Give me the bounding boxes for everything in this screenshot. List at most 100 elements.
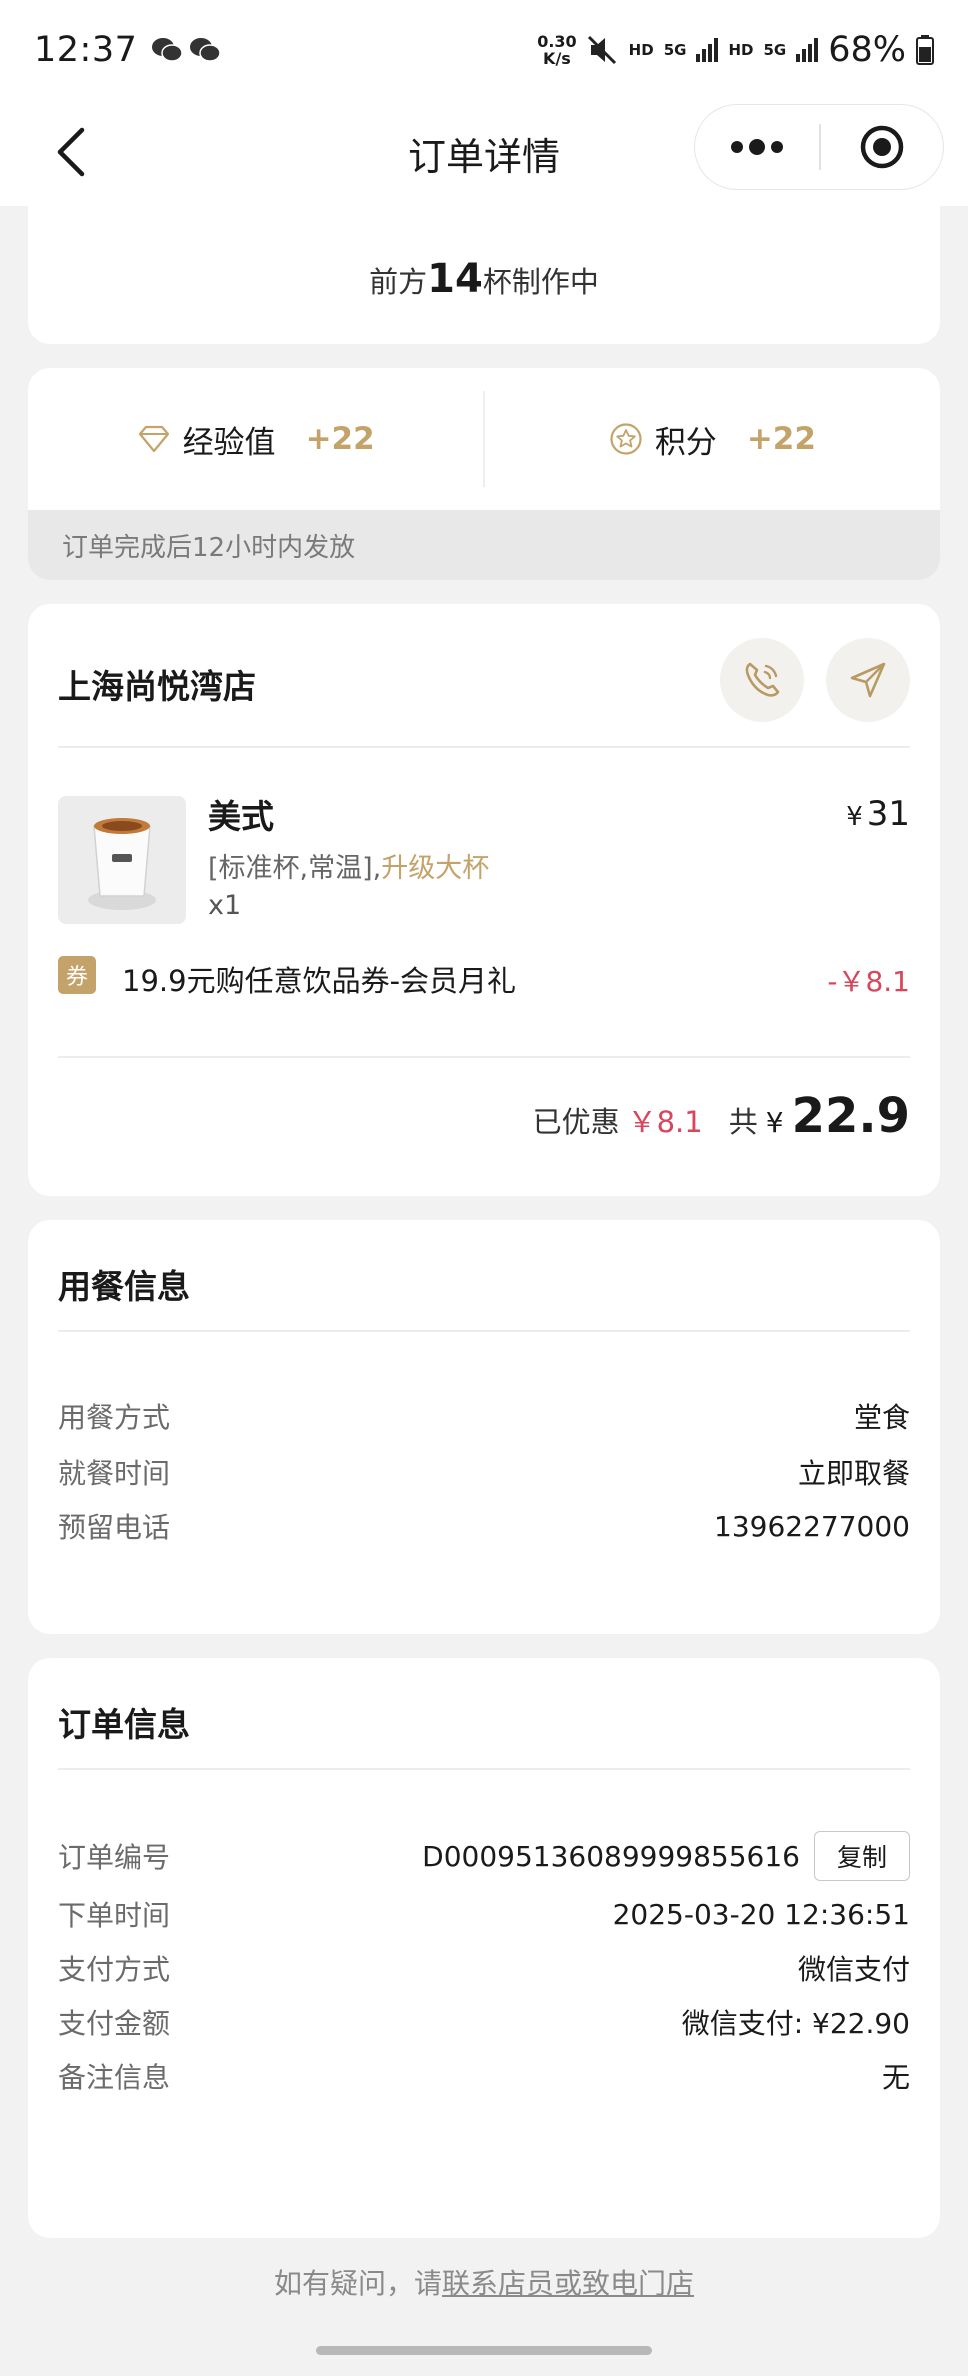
rewards-card: 经验值 +22 积分 +22 订单完成后12小时内发放: [28, 368, 940, 580]
discount-label: 已优惠: [532, 1105, 620, 1139]
points-value: +22: [746, 421, 816, 457]
rewards-row: 经验值 +22 积分 +22: [28, 368, 940, 510]
status-right: 0.30 K/s HD 5G HD 5G 68%: [537, 30, 934, 70]
dining-value: 堂食: [853, 1401, 910, 1434]
dining-info-title: 用餐信息: [58, 1267, 190, 1306]
more-button[interactable]: [695, 105, 819, 189]
status-time: 12:37: [34, 30, 138, 70]
signal-label-1: 5G: [663, 41, 687, 59]
hd-label-1: HD: [628, 41, 654, 59]
product-price: ¥31: [846, 794, 910, 834]
total-amount: 22.9: [791, 1088, 910, 1144]
battery-level: 68%: [828, 30, 906, 70]
points-label: 积分: [654, 424, 717, 461]
order-row: 下单时间 2025-03-20 12:36:51: [58, 1894, 910, 1934]
order-key: 支付金额: [58, 2007, 171, 2040]
nav-bar: 订单详情: [0, 100, 968, 206]
order-row: 订单编号 D0009513608999985561​6 复制: [58, 1831, 910, 1881]
total-divider: [58, 1056, 910, 1058]
net-speed: 0.30 K/s: [537, 33, 576, 67]
points-reward: 积分 +22: [485, 417, 940, 462]
dining-info-card: 用餐信息 用餐方式 堂食 就餐时间 立即取餐 预留电话 13962277000: [28, 1220, 940, 1634]
total-currency: ¥: [765, 1106, 784, 1139]
order-value: 微信支付: ¥22.90: [681, 2007, 910, 2040]
dining-row: 用餐方式 堂食: [58, 1396, 910, 1436]
product-spec: [标准杯,常温],升级大杯: [208, 846, 489, 885]
star-badge-icon: [610, 423, 642, 455]
help-prefix: 如有疑问，请: [273, 2267, 442, 2300]
notification-icons: [151, 36, 222, 64]
spec-upgrade: 升级大杯: [381, 853, 490, 884]
order-detail-page: 12:37 0.30 K/s HD 5G HD 5G 68% 前方14杯制作中 …: [0, 0, 968, 2376]
queue-count: 14: [427, 256, 483, 302]
hd-label-2: HD: [728, 41, 754, 59]
call-store-button[interactable]: [720, 638, 804, 722]
net-speed-unit: K/s: [543, 49, 571, 68]
store-divider: [58, 746, 910, 748]
dining-row: 就餐时间 立即取餐: [58, 1452, 910, 1492]
mute-icon: [587, 35, 616, 65]
diamond-icon: [138, 425, 169, 453]
rewards-note: 订单完成后12小时内发放: [28, 510, 940, 580]
order-key: 备注信息: [58, 2061, 171, 2094]
dining-row: 预留电话 13962277000: [58, 1506, 910, 1546]
status-bar: 12:37 0.30 K/s HD 5G HD 5G 68%: [0, 0, 968, 100]
order-divider: [58, 1768, 910, 1770]
copy-button[interactable]: 复制: [814, 1831, 910, 1881]
order-row: 备注信息 无: [58, 2056, 910, 2096]
coupon-badge: 券: [58, 956, 96, 994]
price-currency: ¥: [846, 802, 863, 832]
coffee-cup-image: [58, 796, 186, 924]
dining-key: 预留电话: [58, 1511, 171, 1544]
navigation-arrow-icon: [850, 662, 886, 698]
dining-key: 用餐方式: [58, 1401, 171, 1434]
order-number: D0009513608999985561​6: [422, 1839, 800, 1873]
total-label: 共: [728, 1105, 758, 1139]
order-key: 下单时间: [58, 1899, 171, 1932]
battery-icon: [916, 35, 934, 65]
queue-suffix: 杯制作中: [482, 265, 599, 299]
contact-store-link[interactable]: 联系店员或致电门店: [442, 2267, 694, 2300]
wechat-icon: [152, 38, 184, 62]
close-miniprogram-button[interactable]: [821, 105, 944, 189]
order-value: 微信支付: [797, 1953, 910, 1986]
product-name: 美式: [208, 797, 274, 836]
price-value: 31: [866, 794, 910, 834]
miniprogram-capsule: [694, 104, 944, 190]
order-info-card: 订单信息 订单编号 D0009513608999985561​6 复制 下单时间…: [28, 1658, 940, 2238]
dining-value: 13962277000: [714, 1509, 910, 1543]
order-value: 无: [881, 2061, 910, 2094]
discount-value: ￥8.1: [627, 1105, 703, 1139]
order-row: 支付方式 微信支付: [58, 1948, 910, 1988]
queue-prefix: 前方: [369, 265, 428, 299]
spec-options: [标准杯,常温],: [208, 853, 382, 884]
net-speed-value: 0.30: [537, 32, 577, 51]
queue-status: 前方14杯制作中: [28, 256, 940, 302]
more-dots-icon: [731, 139, 783, 155]
product-image: [58, 796, 186, 924]
wechat-icon: [190, 38, 222, 62]
store-order-card: 上海尚悦湾店 美式 [标准杯,常温],升级大杯 x1 ¥ 31 券 19.9元购…: [28, 604, 940, 1196]
phone-icon: [745, 662, 780, 697]
help-footer: 如有疑问，请联系店员或致电门店: [0, 2262, 968, 2302]
order-row: 支付金额 微信支付: ¥22.90: [58, 2002, 910, 2042]
home-indicator[interactable]: [316, 2346, 652, 2355]
signal-icon: [796, 38, 819, 62]
product-quantity: x1: [208, 890, 242, 921]
order-key: 支付方式: [58, 1953, 171, 1986]
navigate-store-button[interactable]: [826, 638, 910, 722]
exp-label: 经验值: [182, 424, 276, 461]
page-title: 订单详情: [407, 134, 560, 179]
coupon-name: 19.9元购任意饮品券-会员月礼: [122, 964, 517, 998]
order-value: 2025-03-20 12:36:51: [612, 1897, 910, 1931]
target-circle-icon: [860, 125, 903, 169]
order-total: 已优惠 ￥8.1 共 ¥ 22.9: [533, 1088, 910, 1144]
dining-key: 就餐时间: [58, 1457, 171, 1490]
order-info-title: 订单信息: [58, 1705, 190, 1744]
exp-value: +22: [305, 421, 375, 457]
store-name: 上海尚悦湾店: [58, 667, 256, 706]
order-key: 订单编号: [58, 1841, 171, 1874]
coupon-discount: -￥8.1: [827, 965, 910, 998]
back-arrow-icon[interactable]: [44, 122, 104, 182]
exp-reward: 经验值 +22: [28, 417, 483, 462]
